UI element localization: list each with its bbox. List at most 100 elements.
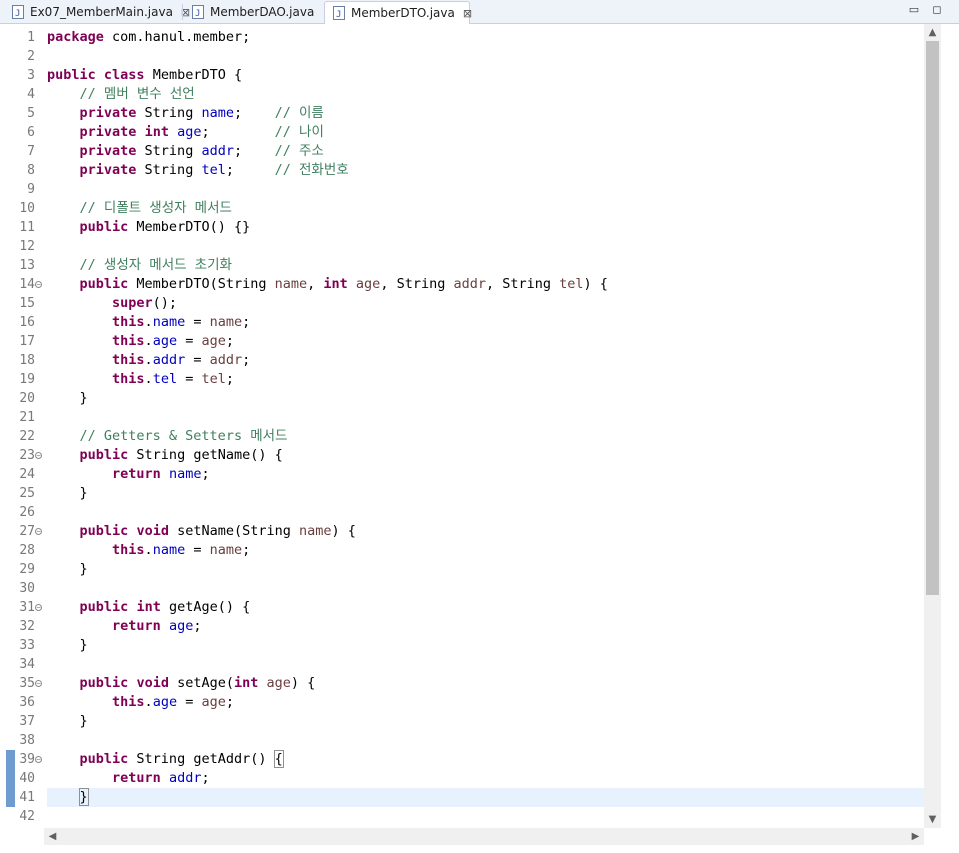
code-line[interactable]: return age; bbox=[47, 617, 924, 636]
scroll-down-icon[interactable]: ▼ bbox=[924, 811, 941, 828]
code-line[interactable]: // 멤버 변수 선언 bbox=[47, 85, 924, 104]
code-token: package bbox=[47, 29, 104, 45]
code-line[interactable]: private String name; // 이름 bbox=[47, 104, 924, 123]
line-number: 25 bbox=[19, 486, 35, 501]
code-token: addr bbox=[168, 770, 202, 786]
code-token: addr bbox=[152, 352, 186, 368]
code-line[interactable] bbox=[47, 408, 924, 427]
code-line[interactable] bbox=[47, 579, 924, 598]
editor-tab[interactable]: MemberDAO.java bbox=[184, 1, 322, 25]
code-line[interactable]: super(); bbox=[47, 294, 924, 313]
code-token: getAge() { bbox=[160, 599, 251, 615]
close-tab-icon[interactable]: ⊠ bbox=[463, 3, 472, 25]
code-line[interactable]: public MemberDTO(String name, int age, S… bbox=[47, 275, 924, 294]
fold-toggle-icon[interactable]: − bbox=[35, 452, 42, 459]
code-token: ; bbox=[233, 143, 275, 159]
tab-separator bbox=[182, 4, 183, 20]
code-token: // 나이 bbox=[274, 124, 324, 140]
code-line[interactable] bbox=[47, 47, 924, 66]
editor-tab[interactable]: MemberDTO.java ⊠ bbox=[324, 1, 472, 26]
code-token: . bbox=[144, 314, 153, 330]
code-line[interactable]: public MemberDTO() {} bbox=[47, 218, 924, 237]
code-token: age bbox=[152, 333, 178, 349]
line-number: 34 bbox=[19, 657, 35, 672]
code-line[interactable]: } bbox=[47, 788, 924, 807]
code-token: . bbox=[144, 542, 153, 558]
code-line[interactable]: this.name = name; bbox=[47, 541, 924, 560]
code-token: = bbox=[185, 314, 210, 330]
code-token: addr bbox=[201, 143, 234, 159]
code-line[interactable]: public int getAge() { bbox=[47, 598, 924, 617]
code-line[interactable]: public void setName(String name) { bbox=[47, 522, 924, 541]
code-line[interactable]: public String getAddr() { bbox=[47, 750, 924, 769]
code-line[interactable] bbox=[47, 237, 924, 256]
java-code-editor[interactable]: 1 2 3 4 5 6 7 8 9 10 11 12 13 14−15 16 17 18 19 20 21 22 23−2… bbox=[0, 24, 959, 853]
fold-toggle-icon[interactable]: − bbox=[35, 281, 42, 288]
code-line[interactable]: } bbox=[47, 560, 924, 579]
code-line[interactable]: } bbox=[47, 636, 924, 655]
code-line[interactable]: private int age; // 나이 bbox=[47, 123, 924, 142]
maximize-icon[interactable]: ◻ bbox=[930, 3, 944, 17]
code-token: ; bbox=[201, 466, 210, 482]
code-token: name bbox=[168, 466, 202, 482]
fold-toggle-icon[interactable]: − bbox=[35, 680, 42, 687]
code-line[interactable]: public void setAge(int age) { bbox=[47, 674, 924, 693]
scroll-right-icon[interactable]: ▶ bbox=[907, 828, 924, 845]
code-token: addr bbox=[453, 276, 486, 292]
code-line[interactable]: private String tel; // 전화번호 bbox=[47, 161, 924, 180]
code-line[interactable]: private String addr; // 주소 bbox=[47, 142, 924, 161]
code-line[interactable]: return name; bbox=[47, 465, 924, 484]
code-line[interactable]: // 생성자 메서드 초기화 bbox=[47, 256, 924, 275]
code-token: MemberDTO(String bbox=[128, 276, 275, 292]
code-line[interactable] bbox=[47, 503, 924, 522]
code-line[interactable]: } bbox=[47, 712, 924, 731]
code-line[interactable]: } bbox=[47, 484, 924, 503]
line-number: 41 bbox=[19, 790, 35, 805]
code-line[interactable]: this.addr = addr; bbox=[47, 351, 924, 370]
horizontal-scrollbar[interactable]: ◀ ▶ bbox=[44, 828, 924, 845]
scroll-left-icon[interactable]: ◀ bbox=[44, 828, 61, 845]
code-line[interactable]: this.tel = tel; bbox=[47, 370, 924, 389]
code-token: String getName() { bbox=[128, 447, 283, 463]
code-line[interactable]: return addr; bbox=[47, 769, 924, 788]
code-line[interactable]: // Getters & Setters 메서드 bbox=[47, 427, 924, 446]
code-line[interactable]: this.name = name; bbox=[47, 313, 924, 332]
fold-toggle-icon[interactable]: − bbox=[35, 756, 42, 763]
code-line[interactable] bbox=[47, 655, 924, 674]
code-line[interactable]: // 디폴트 생성자 메서드 bbox=[47, 199, 924, 218]
line-number: 36 bbox=[19, 695, 35, 710]
code-token: class bbox=[103, 67, 145, 83]
code-token: com.hanul.member; bbox=[103, 29, 251, 45]
code-line[interactable]: } bbox=[47, 389, 924, 408]
fold-toggle-icon[interactable]: − bbox=[35, 604, 42, 611]
code-token: tel bbox=[201, 371, 226, 387]
java-file-icon bbox=[333, 4, 345, 26]
code-token: this bbox=[112, 694, 145, 710]
code-area[interactable]: package com.hanul.member; public class Me… bbox=[47, 24, 924, 853]
line-number: 1 bbox=[27, 30, 35, 45]
code-line[interactable]: this.age = age; bbox=[47, 332, 924, 351]
code-token: int bbox=[323, 276, 348, 292]
code-line[interactable] bbox=[47, 180, 924, 199]
code-line[interactable] bbox=[47, 807, 924, 826]
fold-toggle-icon[interactable]: − bbox=[35, 528, 42, 535]
scroll-up-icon[interactable]: ▲ bbox=[924, 24, 941, 41]
minimize-icon[interactable]: ▭ bbox=[907, 3, 921, 17]
code-token: public bbox=[79, 675, 129, 691]
code-line[interactable]: public String getName() { bbox=[47, 446, 924, 465]
vertical-scroll-thumb[interactable] bbox=[926, 41, 939, 596]
code-line[interactable]: package com.hanul.member; bbox=[47, 28, 924, 47]
code-line[interactable]: this.age = age; bbox=[47, 693, 924, 712]
code-token: } bbox=[78, 788, 89, 806]
vertical-scrollbar[interactable]: ▲ ▼ bbox=[924, 24, 941, 828]
code-line[interactable] bbox=[47, 731, 924, 750]
code-line[interactable]: public class MemberDTO { bbox=[47, 66, 924, 85]
editor-tab[interactable]: Ex07_MemberMain.java⊠ bbox=[4, 1, 190, 25]
